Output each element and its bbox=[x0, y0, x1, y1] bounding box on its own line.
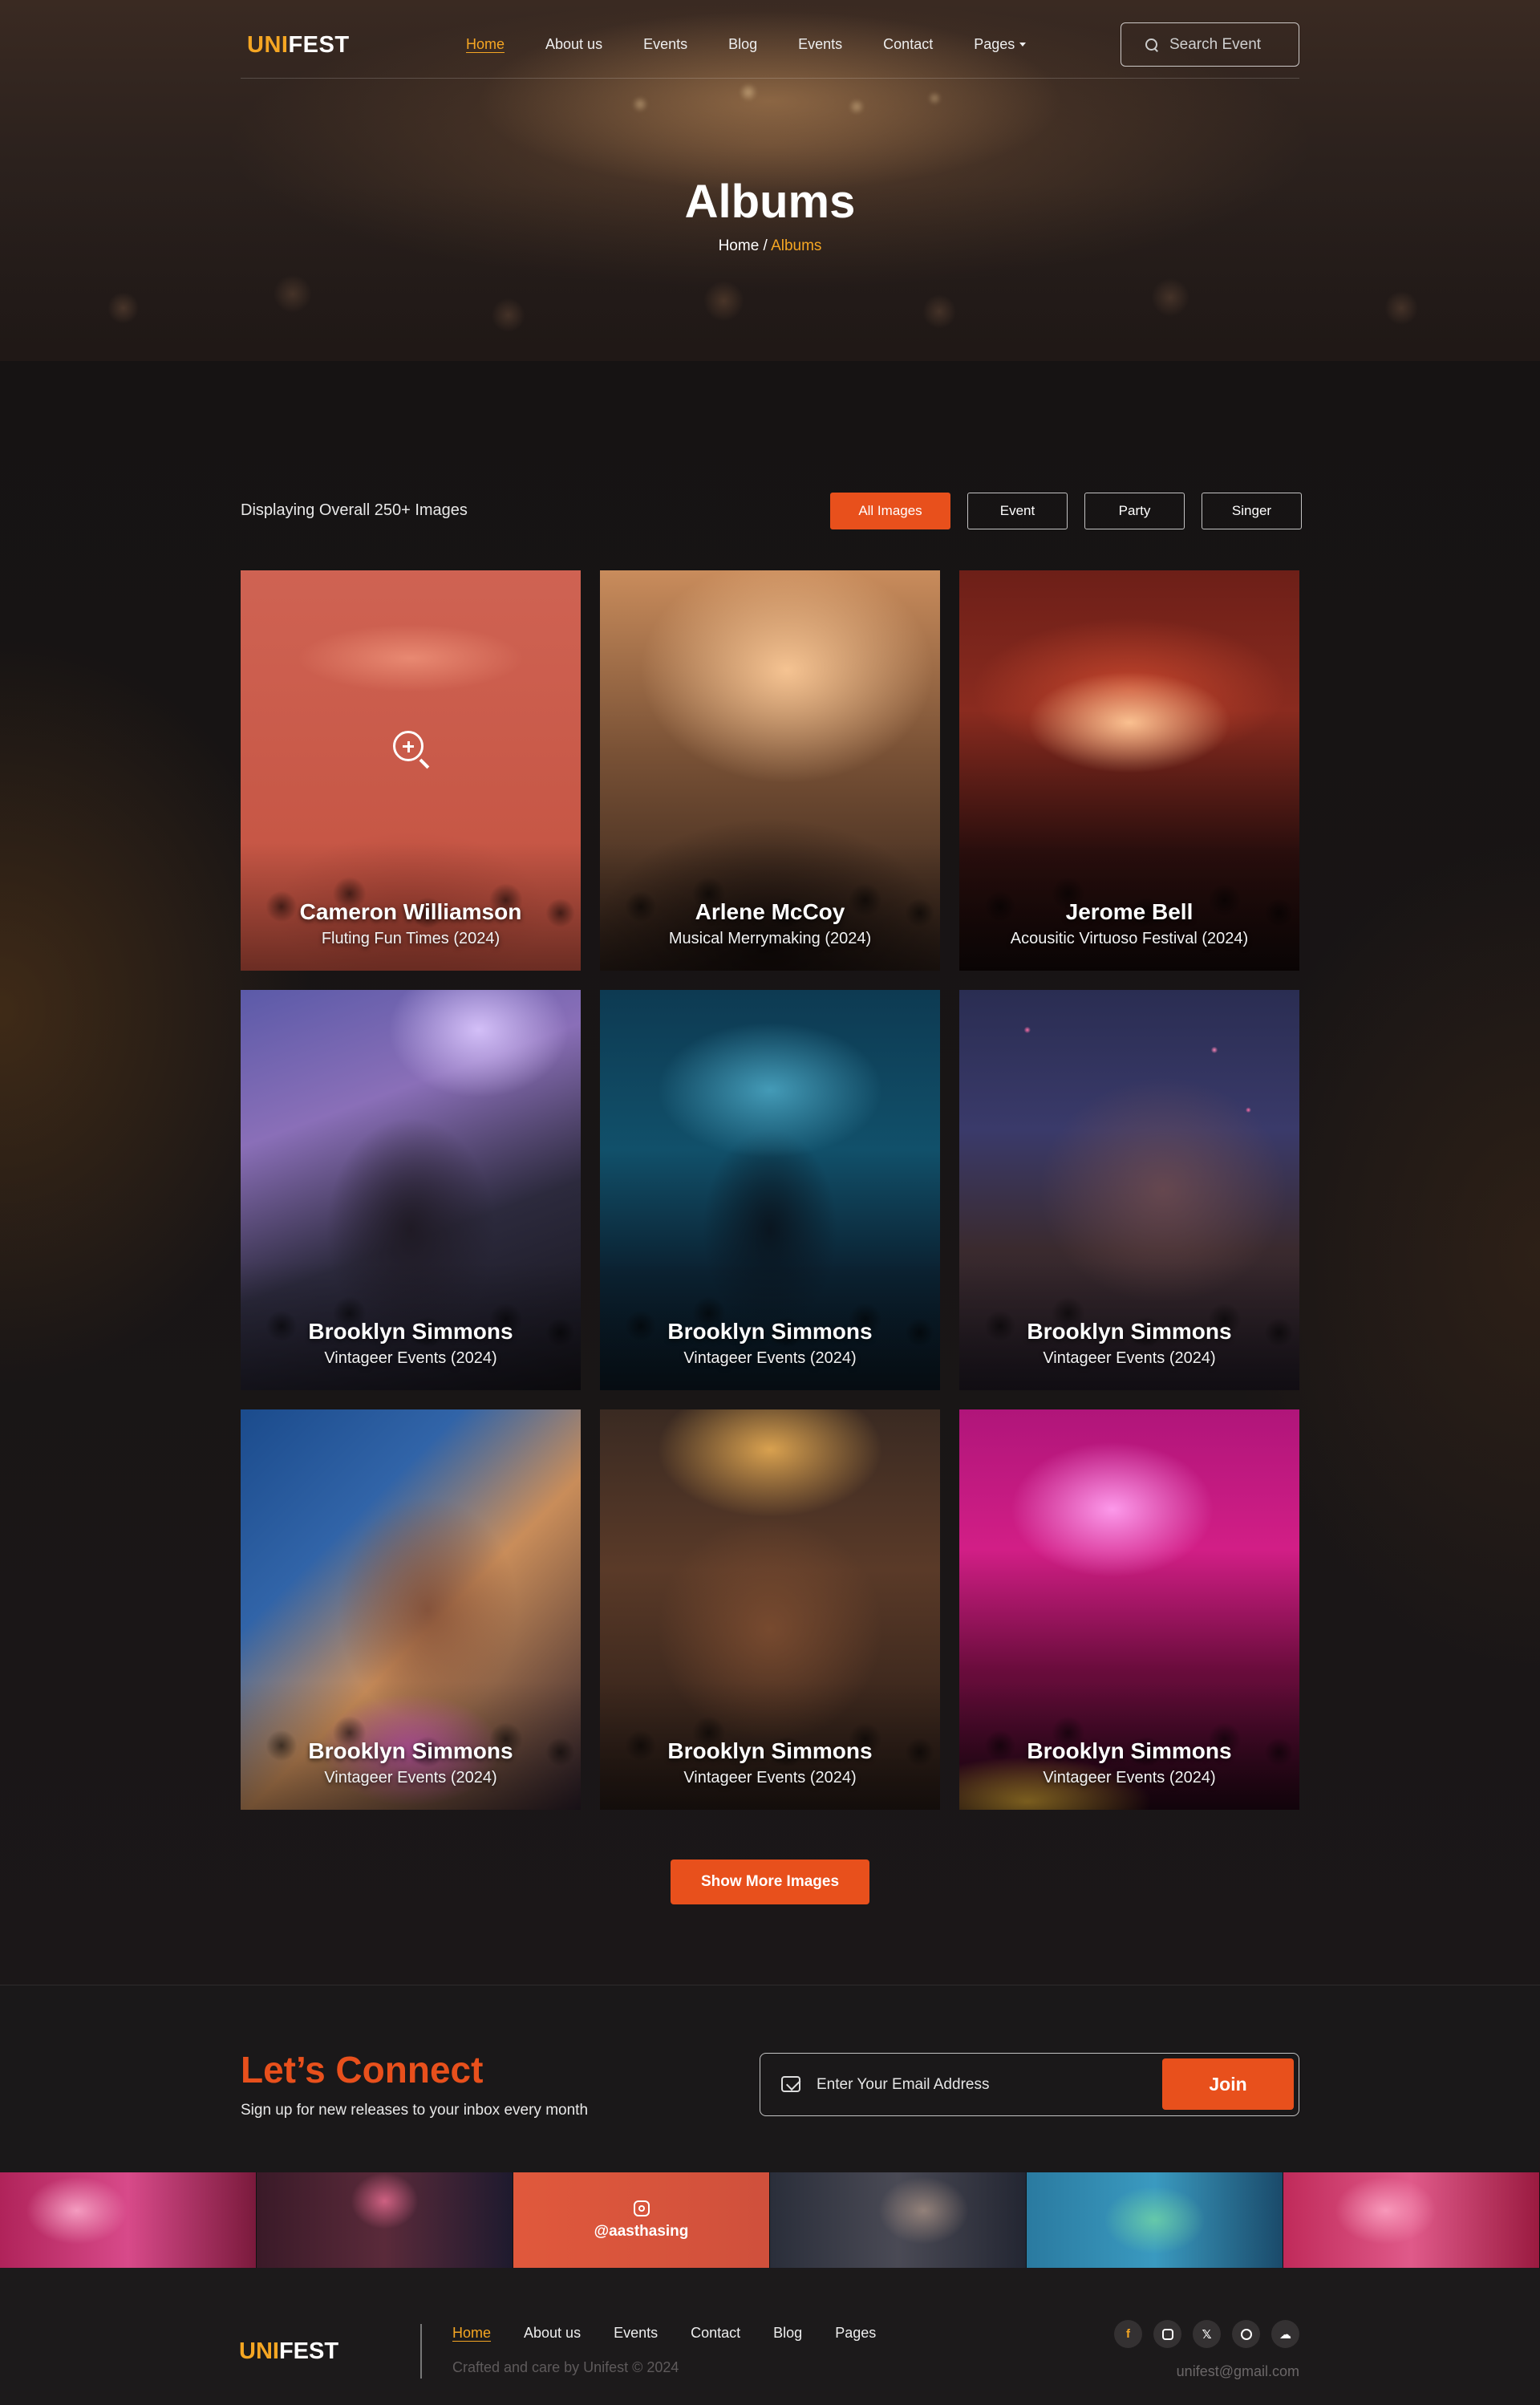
footer-link-about[interactable]: About us bbox=[524, 2325, 581, 2342]
album-gallery: Cameron Williamson Fluting Fun Times (202… bbox=[241, 570, 1299, 1810]
footer-link-blog[interactable]: Blog bbox=[773, 2325, 802, 2342]
logo-text-fest: FEST bbox=[278, 2338, 339, 2364]
filter-party[interactable]: Party bbox=[1084, 493, 1185, 529]
filter-event[interactable]: Event bbox=[967, 493, 1068, 529]
search-input[interactable] bbox=[1169, 35, 1290, 54]
image-count-text: Displaying Overall 250+ Images bbox=[241, 501, 468, 519]
instagram-photo[interactable] bbox=[257, 2172, 513, 2268]
album-artist-name: Brooklyn Simmons bbox=[1027, 1319, 1232, 1344]
footer-link-contact[interactable]: Contact bbox=[691, 2325, 740, 2342]
newsletter-title: Let’s Connect bbox=[241, 2049, 484, 2091]
album-artist-name: Brooklyn Simmons bbox=[308, 1319, 513, 1344]
footer-divider bbox=[420, 2324, 422, 2379]
nav-link-events[interactable]: Events bbox=[643, 36, 687, 53]
album-subtitle: Fluting Fun Times (2024) bbox=[321, 930, 500, 947]
breadcrumb: Home / Albums bbox=[0, 237, 1540, 255]
nav-item-home[interactable]: Home bbox=[466, 36, 505, 53]
nav-item-pages[interactable]: Pages bbox=[974, 36, 1027, 53]
nav-item-blog[interactable]: Blog bbox=[728, 36, 757, 53]
footer-link-events[interactable]: Events bbox=[614, 2325, 658, 2342]
footer-link-pages[interactable]: Pages bbox=[835, 2325, 876, 2342]
chevron-down-icon bbox=[1019, 43, 1027, 47]
instagram-photo[interactable]: @aasthasing bbox=[513, 2172, 770, 2268]
instagram-photo[interactable] bbox=[0, 2172, 257, 2268]
album-subtitle: Vintageer Events (2024) bbox=[324, 1769, 497, 1787]
site-logo[interactable]: UNIFEST bbox=[247, 32, 350, 59]
album-subtitle: Musical Merrymaking (2024) bbox=[668, 930, 872, 947]
logo-text-fest: FEST bbox=[288, 32, 350, 58]
nav-item-contact[interactable]: Contact bbox=[883, 36, 933, 53]
social-links: f 𝕏 ☁ bbox=[1114, 2320, 1299, 2348]
join-button[interactable]: Join bbox=[1162, 2058, 1294, 2110]
album-card[interactable]: Brooklyn Simmons Vintageer Events (2024) bbox=[600, 1409, 940, 1810]
filter-group: All Images Event Party Singer bbox=[830, 493, 1302, 529]
spotify-icon[interactable] bbox=[1232, 2320, 1260, 2348]
album-card[interactable]: Cameron Williamson Fluting Fun Times (202… bbox=[241, 570, 581, 971]
footer-logo[interactable]: UNIFEST bbox=[239, 2338, 338, 2365]
nav-link-events-2[interactable]: Events bbox=[798, 36, 842, 53]
logo-text-uni: UNI bbox=[247, 32, 289, 58]
search-box[interactable] bbox=[1121, 22, 1299, 67]
nav-link-contact[interactable]: Contact bbox=[883, 36, 933, 53]
search-icon bbox=[1145, 38, 1158, 51]
nav-link-about[interactable]: About us bbox=[545, 36, 602, 53]
newsletter-form: Join bbox=[760, 2053, 1299, 2116]
nav-item-events[interactable]: Events bbox=[643, 36, 687, 53]
copyright-text: Crafted and care by Unifest © 2024 bbox=[452, 2359, 679, 2375]
album-card[interactable]: Brooklyn Simmons Vintageer Events (2024) bbox=[959, 990, 1299, 1390]
top-navbar: UNIFEST Home About us Events Blog Events… bbox=[241, 22, 1299, 79]
album-subtitle: Vintageer Events (2024) bbox=[683, 1349, 857, 1367]
facebook-icon[interactable]: f bbox=[1114, 2320, 1142, 2348]
nav-link-pages[interactable]: Pages bbox=[974, 36, 1015, 53]
instagram-photo[interactable] bbox=[1027, 2172, 1283, 2268]
album-subtitle: Vintageer Events (2024) bbox=[1043, 1769, 1216, 1787]
email-field[interactable] bbox=[817, 2071, 1137, 2099]
instagram-photo[interactable] bbox=[770, 2172, 1027, 2268]
nav-link-blog[interactable]: Blog bbox=[728, 36, 757, 53]
nav-item-events-2[interactable]: Events bbox=[798, 36, 842, 53]
album-artist-name: Cameron Williamson bbox=[299, 899, 522, 924]
album-artist-name: Brooklyn Simmons bbox=[667, 1319, 873, 1344]
album-artist-name: Brooklyn Simmons bbox=[667, 1738, 873, 1763]
mail-icon bbox=[781, 2076, 800, 2092]
album-subtitle: Vintageer Events (2024) bbox=[683, 1769, 857, 1787]
footer-link-home[interactable]: Home bbox=[452, 2325, 491, 2342]
breadcrumb-separator: / bbox=[759, 237, 772, 254]
newsletter-subtitle: Sign up for new releases to your inbox e… bbox=[241, 2102, 589, 2119]
filter-singer[interactable]: Singer bbox=[1202, 493, 1302, 529]
footer-email[interactable]: unifest@gmail.com bbox=[1177, 2363, 1299, 2380]
album-artist-name: Jerome Bell bbox=[1065, 899, 1194, 924]
footer-nav: Home About us Events Contact Blog Pages bbox=[452, 2325, 909, 2342]
instagram-handle[interactable]: @aasthasing bbox=[594, 2223, 689, 2241]
instagram-icon bbox=[633, 2200, 650, 2216]
album-card[interactable]: Brooklyn Simmons Vintageer Events (2024) bbox=[241, 1409, 581, 1810]
show-more-images-button[interactable]: Show More Images bbox=[671, 1860, 869, 1904]
breadcrumb-current: Albums bbox=[771, 237, 822, 254]
album-card[interactable]: Jerome Bell Acousitic Virtuoso Festival (… bbox=[959, 570, 1299, 971]
x-icon[interactable]: 𝕏 bbox=[1193, 2320, 1221, 2348]
album-subtitle: Vintageer Events (2024) bbox=[1043, 1349, 1216, 1367]
album-card[interactable]: Brooklyn Simmons Vintageer Events (2024) bbox=[600, 990, 940, 1390]
soundcloud-icon[interactable]: ☁ bbox=[1271, 2320, 1299, 2348]
main-nav: Home About us Events Blog Events Contact… bbox=[466, 36, 1067, 53]
album-card[interactable]: Arlene McCoy Musical Merrymaking (2024) bbox=[600, 570, 940, 971]
instagram-icon[interactable] bbox=[1153, 2320, 1181, 2348]
instagram-photo[interactable] bbox=[1283, 2172, 1540, 2268]
instagram-feed: @aasthasing bbox=[0, 2172, 1540, 2268]
album-artist-name: Brooklyn Simmons bbox=[1027, 1738, 1232, 1763]
album-subtitle: Vintageer Events (2024) bbox=[324, 1349, 497, 1367]
nav-item-about[interactable]: About us bbox=[545, 36, 602, 53]
breadcrumb-home[interactable]: Home bbox=[719, 237, 760, 254]
zoom-in-icon[interactable] bbox=[393, 731, 430, 771]
page-title: Albums bbox=[684, 176, 856, 228]
album-card[interactable]: Brooklyn Simmons Vintageer Events (2024) bbox=[959, 1409, 1299, 1810]
logo-text-uni: UNI bbox=[239, 2338, 279, 2364]
album-subtitle: Acousitic Virtuoso Festival (2024) bbox=[1010, 930, 1249, 947]
album-artist-name: Brooklyn Simmons bbox=[308, 1738, 513, 1763]
album-artist-name: Arlene McCoy bbox=[695, 899, 845, 924]
filter-all-images[interactable]: All Images bbox=[830, 493, 950, 529]
album-card[interactable]: Brooklyn Simmons Vintageer Events (2024) bbox=[241, 990, 581, 1390]
nav-link-home[interactable]: Home bbox=[466, 36, 505, 53]
